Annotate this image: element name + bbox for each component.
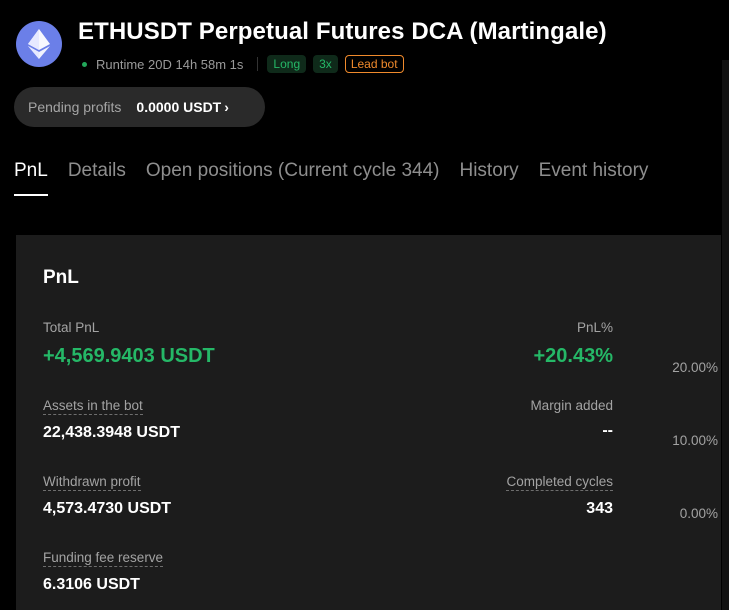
running-status-dot	[82, 61, 87, 67]
tab-event-history[interactable]: Event history	[539, 160, 649, 196]
withdrawn-profit-value: 4,573.4730 USDT	[43, 500, 172, 517]
bot-meta: Runtime 20D 14h 58m 1s Long 3x Lead bot	[82, 54, 411, 74]
total-pnl-label: Total PnL	[43, 320, 100, 335]
funding-fee-reserve-label[interactable]: Funding fee reserve	[43, 550, 164, 567]
leverage-tag: 3x	[313, 55, 338, 73]
pnl-percent-value: +20.43%	[533, 345, 613, 367]
completed-cycles-value: 343	[586, 500, 613, 517]
assets-in-bot-label[interactable]: Assets in the bot	[43, 398, 143, 415]
runtime-text: Runtime 20D 14h 58m 1s	[96, 56, 244, 72]
ethereum-icon	[16, 21, 62, 67]
lead-bot-tag[interactable]: Lead bot	[344, 55, 404, 73]
completed-cycles-label[interactable]: Completed cycles	[506, 474, 613, 491]
pending-profits-label: Pending profits	[28, 99, 122, 115]
tab-pnl[interactable]: PnL	[14, 160, 48, 196]
withdrawn-profit-label[interactable]: Withdrawn profit	[43, 474, 141, 491]
pnl-panel-title: PnL	[43, 267, 79, 288]
margin-added-value: --	[602, 422, 613, 439]
chart-axis-tick: 20.00%	[672, 360, 718, 375]
pending-profits-button[interactable]: Pending profits 0.0000 USDT ›	[14, 87, 265, 127]
bot-detail-page: ETHUSDT Perpetual Futures DCA (Martingal…	[0, 0, 729, 610]
tab-history[interactable]: History	[459, 160, 518, 196]
tab-open-positions[interactable]: Open positions (Current cycle 344)	[146, 160, 440, 196]
chart-axis-tick: 10.00%	[672, 433, 718, 448]
pending-profits-value: 0.0000 USDT	[136, 99, 222, 115]
pnl-percent-label: PnL%	[576, 320, 613, 335]
bot-title: ETHUSDT Perpetual Futures DCA (Martingal…	[78, 18, 607, 45]
assets-in-bot-value: 22,438.3948 USDT	[43, 424, 180, 441]
chart-axis-tick: 0.00%	[679, 506, 718, 521]
meta-divider	[257, 57, 259, 71]
funding-fee-reserve-value: 6.3106 USDT	[43, 576, 140, 593]
chevron-right-icon: ›	[224, 99, 229, 115]
scroll-edge	[722, 60, 729, 610]
pnl-panel: PnL Total PnL +4,569.9403 USDT PnL% +20.…	[16, 235, 721, 610]
margin-added-label: Margin added	[530, 398, 613, 413]
total-pnl-value: +4,569.9403 USDT	[43, 345, 215, 367]
tab-details[interactable]: Details	[68, 160, 126, 196]
bot-tabs: PnL Details Open positions (Current cycl…	[14, 160, 668, 196]
direction-tag: Long	[267, 55, 307, 73]
